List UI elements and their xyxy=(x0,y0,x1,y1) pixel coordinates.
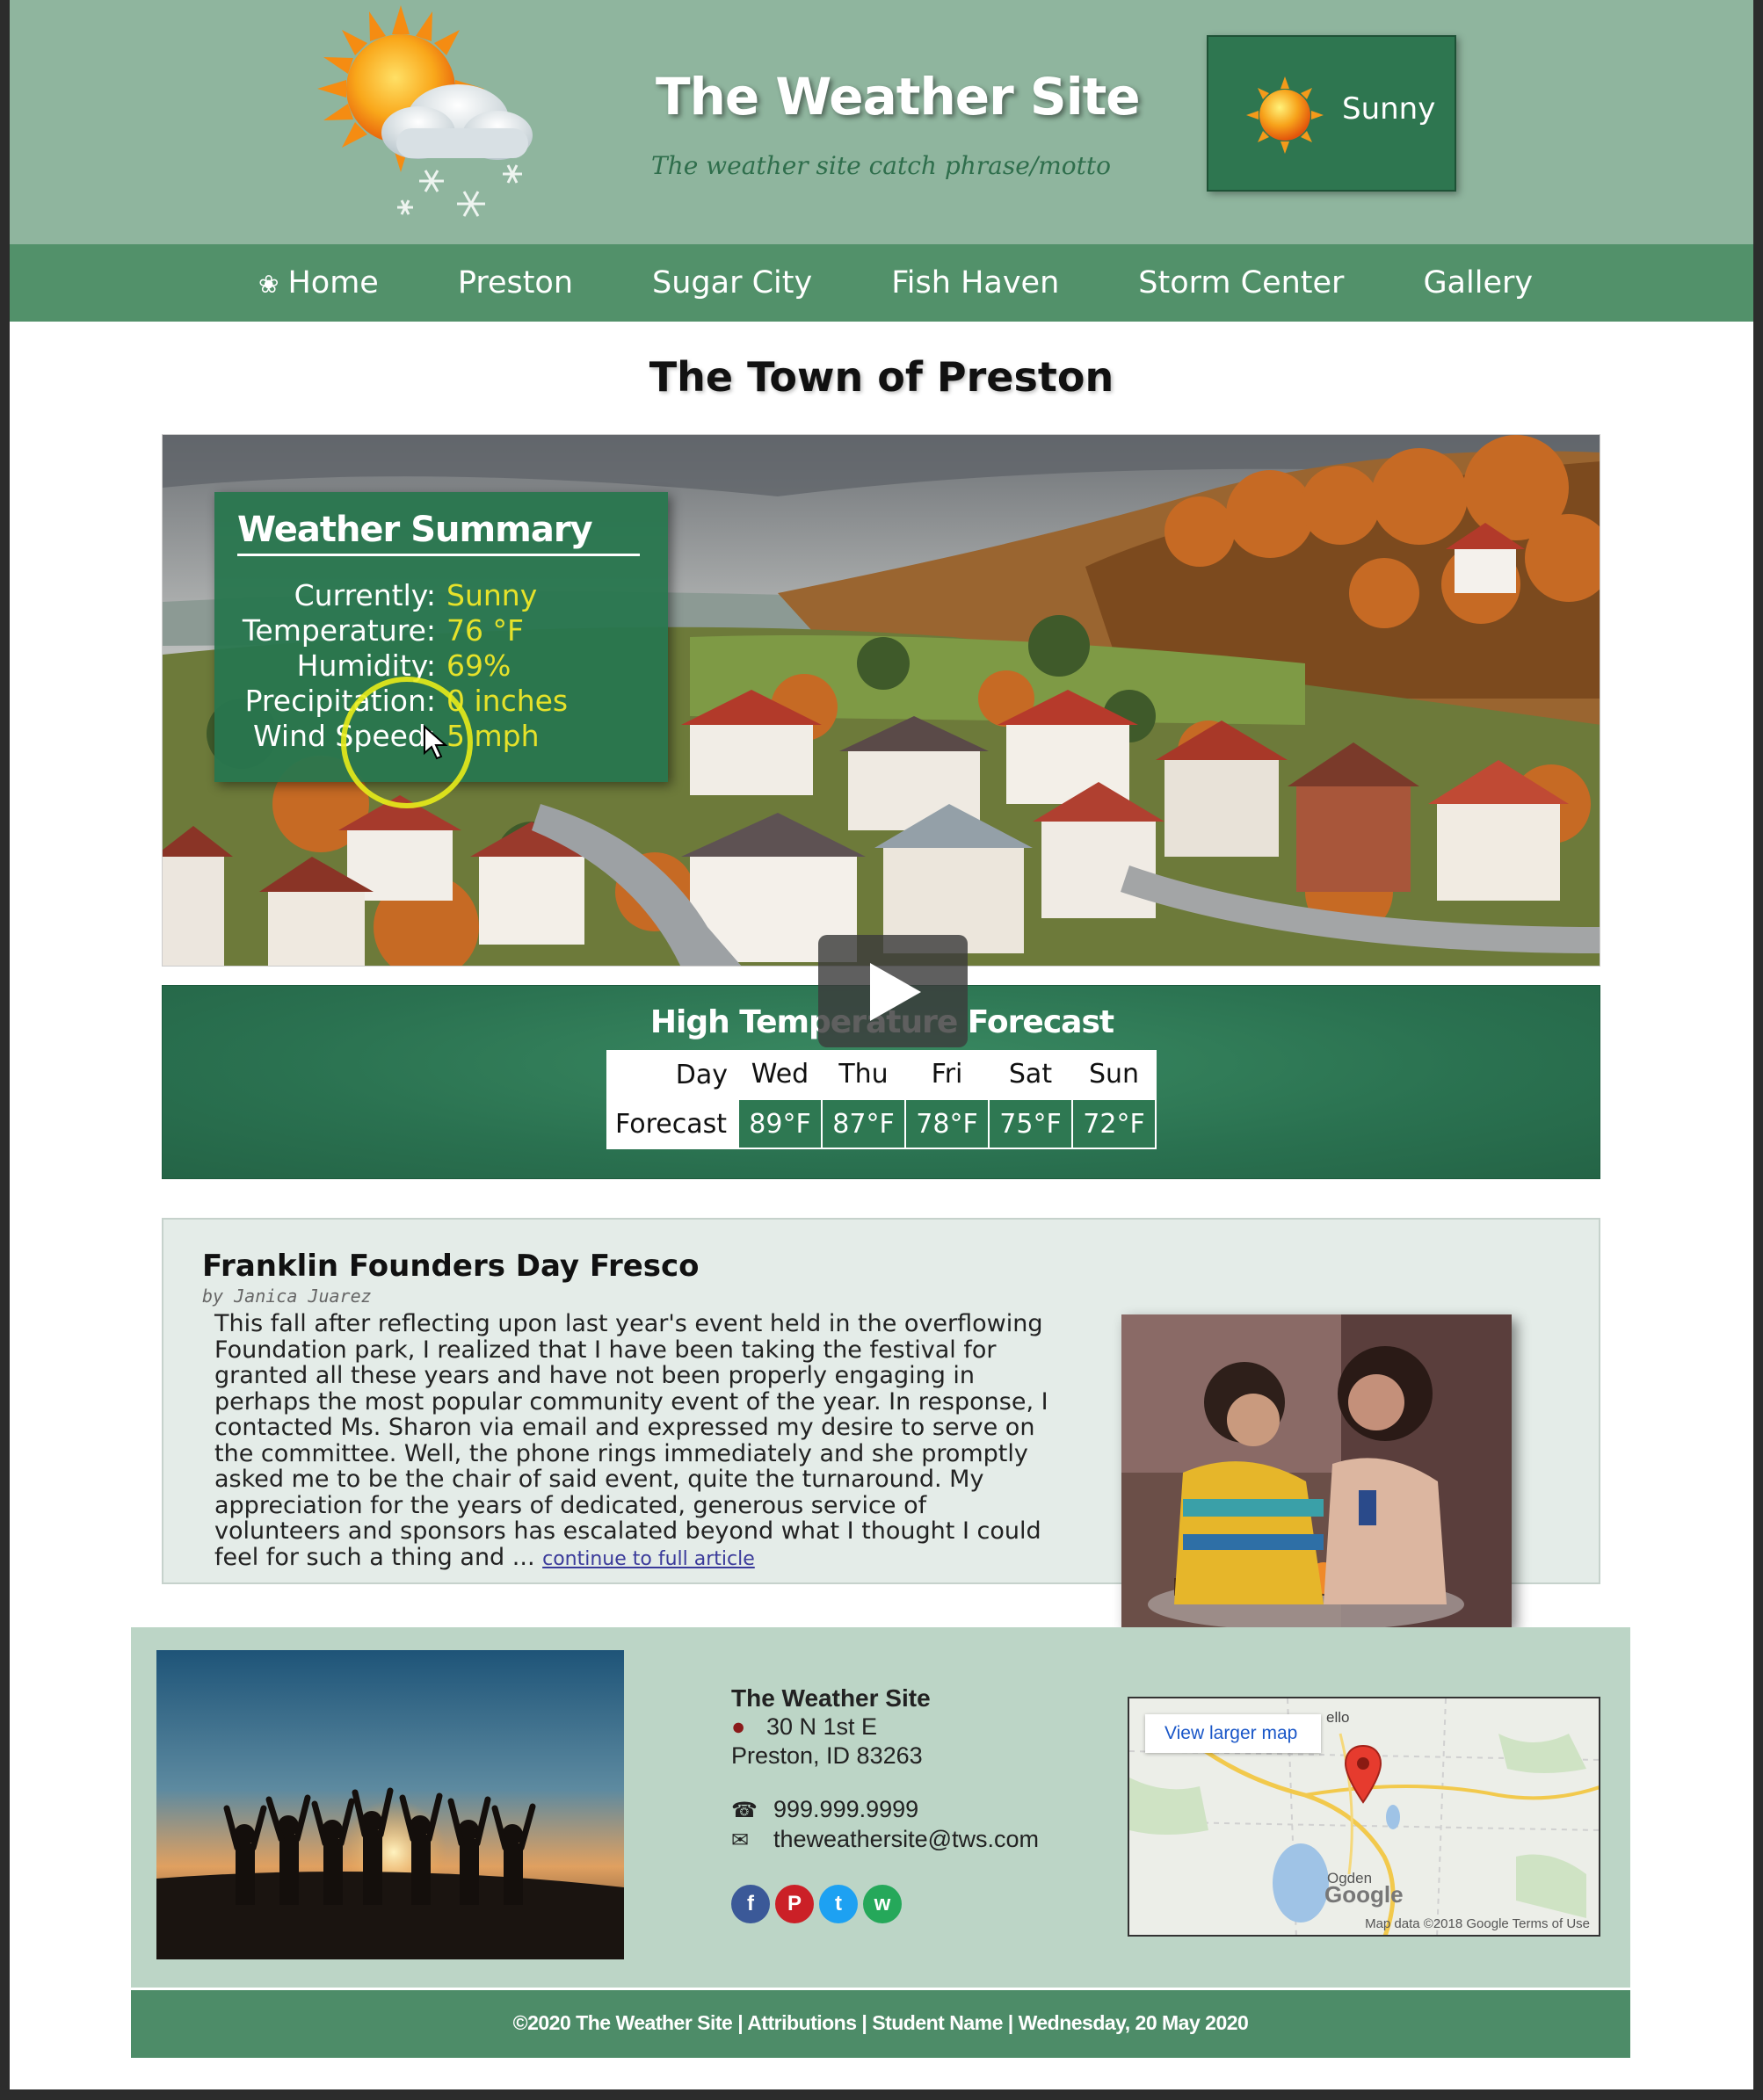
table-header-day: Day xyxy=(675,1059,728,1090)
table-cell: 78°F xyxy=(904,1098,990,1149)
facebook-icon[interactable]: f xyxy=(731,1885,770,1923)
nav-item-fish-haven[interactable]: Fish Haven xyxy=(891,265,1059,301)
sun-icon xyxy=(1246,76,1324,154)
nav-item-preston[interactable]: Preston xyxy=(458,265,573,301)
forecast-table: Day Wed Thu Fri Sat Sun Forecast 89°F 87… xyxy=(606,1050,1157,1149)
current-condition-box: Sunny xyxy=(1207,35,1456,192)
window-frame-right xyxy=(1753,0,1763,2100)
table-header: Sat xyxy=(1008,1059,1053,1090)
phone-line: ☎ 999.999.9999 xyxy=(731,1795,1039,1825)
map-pin-icon: ● xyxy=(731,1713,746,1740)
map-label: ello xyxy=(1326,1709,1350,1726)
site-motto: The weather site catch phrase/motto xyxy=(651,151,1112,180)
nav-item-home[interactable]: ❀ Home xyxy=(258,265,379,301)
footer-photo xyxy=(156,1650,624,1959)
site-footer: The Weather Site ● 30 N 1st E Preston, ID… xyxy=(131,1627,1630,1988)
social-links: f P t w xyxy=(731,1885,907,1923)
embedded-map[interactable]: ello View larger map Ogden Google Map da… xyxy=(1128,1697,1600,1937)
map-pin-icon[interactable] xyxy=(1344,1744,1382,1804)
nav-item-label: Home xyxy=(287,265,379,301)
friends-campfire-image xyxy=(1121,1314,1512,1627)
sun-cloud-snow-icon xyxy=(317,5,533,217)
site-header: The Weather Site The weather site catch … xyxy=(10,0,1753,244)
email-line: ✉ theweathersite@tws.com xyxy=(731,1825,1039,1855)
phone-number[interactable]: 999.999.9999 xyxy=(773,1796,918,1822)
table-header: Thu xyxy=(838,1059,889,1090)
nav-item-gallery[interactable]: Gallery xyxy=(1423,265,1533,301)
site-title: The Weather Site xyxy=(656,67,1141,127)
article-photo xyxy=(1121,1314,1512,1627)
table-row: Forecast 89°F 87°F 78°F 75°F 72°F xyxy=(606,1098,1157,1149)
nav-item-storm-center[interactable]: Storm Center xyxy=(1138,265,1344,301)
window-frame-bottom xyxy=(0,2089,1763,2100)
table-header: Sun xyxy=(1088,1059,1140,1090)
divider xyxy=(237,554,640,556)
google-logo: Google xyxy=(1324,1881,1404,1908)
mouse-pointer-icon xyxy=(424,725,448,760)
table-row-label: Forecast xyxy=(615,1108,727,1140)
click-highlight-ring xyxy=(341,677,473,808)
copyright-bar: ©2020 The Weather Site | Attributions | … xyxy=(131,1990,1630,2058)
article-title: Franklin Founders Day Fresco xyxy=(202,1249,700,1284)
pinterest-icon[interactable]: P xyxy=(775,1885,814,1923)
summary-value: 76 °F xyxy=(446,613,524,648)
article-text: This fall after reflecting upon last yea… xyxy=(214,1310,1048,1571)
address-line1: 30 N 1st E xyxy=(766,1713,878,1740)
copyright-text: ©2020 The Weather Site | Attributions | … xyxy=(512,2011,1249,2034)
summary-value: Sunny xyxy=(446,578,538,612)
table-cell: 87°F xyxy=(821,1098,906,1149)
mail-icon: ✉ xyxy=(731,1828,750,1852)
summary-row-temperature: Temperature: 76 °F xyxy=(214,613,668,648)
whatsapp-icon[interactable]: w xyxy=(863,1885,902,1923)
nav-item-sugar-city[interactable]: Sugar City xyxy=(652,265,812,301)
play-icon xyxy=(870,963,921,1021)
video-play-button[interactable] xyxy=(818,935,968,1047)
article-body: This fall after reflecting upon last yea… xyxy=(214,1311,1049,1572)
address-line2: Preston, ID 83263 xyxy=(731,1742,923,1769)
footer-org-name: The Weather Site xyxy=(731,1684,931,1712)
twitter-icon[interactable]: t xyxy=(819,1885,858,1923)
map-attribution[interactable]: Map data ©2018 Google Terms of Use xyxy=(1365,1916,1590,1931)
current-condition-label: Sunny xyxy=(1342,91,1436,127)
table-header: Wed xyxy=(751,1059,809,1090)
summary-row-currently: Currently: Sunny xyxy=(214,578,668,613)
summary-label: Temperature: xyxy=(242,613,436,648)
table-cell: 89°F xyxy=(737,1098,823,1149)
weather-summary-title: Weather Summary xyxy=(237,510,593,550)
window-frame-left xyxy=(0,0,10,2100)
view-larger-map-link[interactable]: View larger map xyxy=(1145,1714,1321,1753)
summary-label: Currently: xyxy=(294,578,436,612)
contact-block: The Weather Site ● 30 N 1st E Preston, ID… xyxy=(731,1684,1039,1855)
table-header: Fri xyxy=(931,1059,963,1090)
table-cell: 75°F xyxy=(988,1098,1073,1149)
article-byline: by Janica Juarez xyxy=(202,1285,372,1307)
email-address[interactable]: theweathersite@tws.com xyxy=(773,1826,1039,1852)
summary-row-humidity: Humidity: 69% xyxy=(214,648,668,684)
page-title: The Town of Preston xyxy=(649,353,1114,401)
phone-icon: ☎ xyxy=(731,1799,758,1822)
table-row: Day Wed Thu Fri Sat Sun xyxy=(606,1050,1156,1099)
continue-reading-link[interactable]: continue to full article xyxy=(542,1548,755,1570)
home-flower-icon: ❀ xyxy=(258,270,279,299)
main-nav: ❀ Home Preston Sugar City Fish Haven Stor… xyxy=(10,244,1753,322)
address-line: ● 30 N 1st E xyxy=(731,1713,1039,1742)
sunset-crowd-image xyxy=(156,1650,624,1959)
table-cell: 72°F xyxy=(1071,1098,1157,1149)
summary-value: 69% xyxy=(446,648,511,683)
